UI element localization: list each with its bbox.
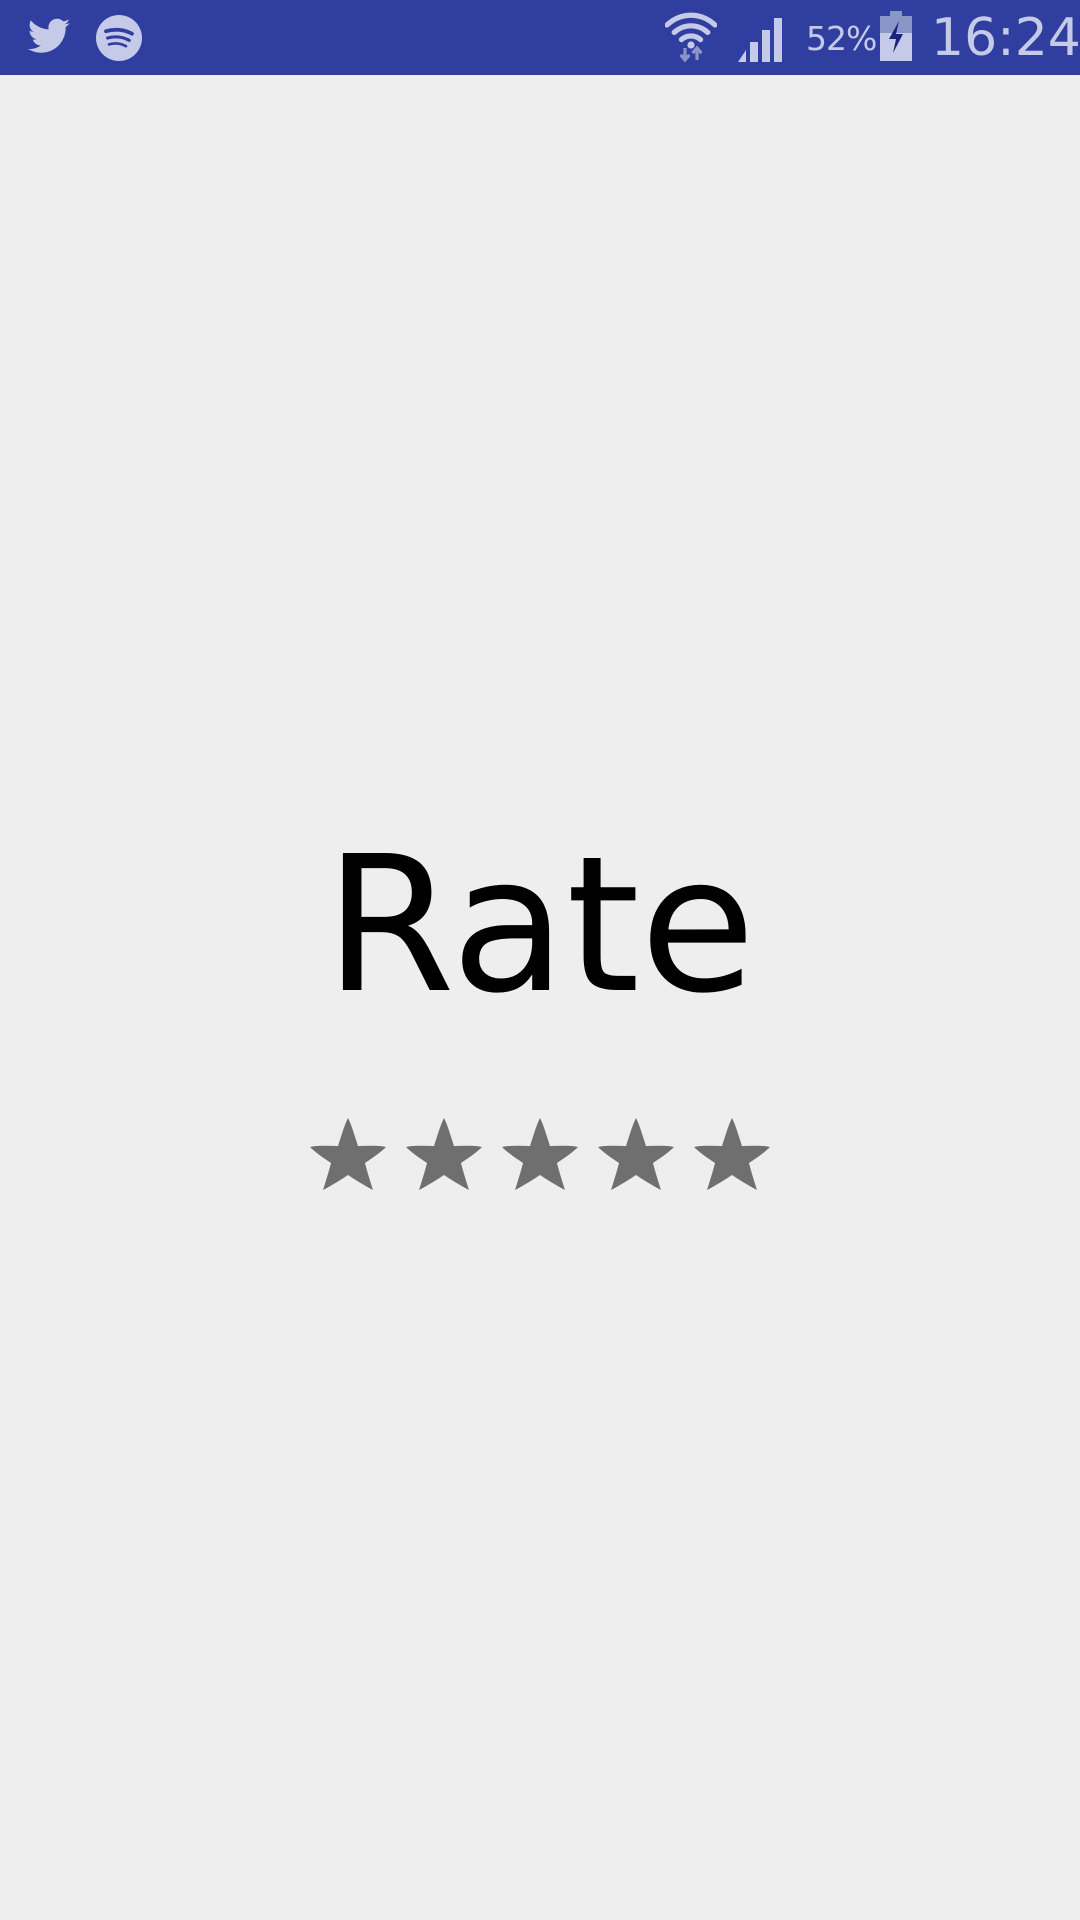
clock: 16:24 [931, 8, 1080, 68]
star-icon[interactable] [307, 1116, 389, 1192]
star-icon[interactable] [499, 1116, 581, 1192]
star-icon[interactable] [595, 1116, 677, 1192]
wifi-icon [665, 12, 717, 63]
page-title: Rate [324, 816, 756, 1035]
status-bar: 52% 16:24 [0, 0, 1080, 75]
rating-bar[interactable] [0, 1116, 1080, 1192]
spotify-icon [96, 15, 142, 61]
screen: 52% 16:24 Rate [0, 0, 1080, 1920]
battery-charging-icon [880, 11, 912, 61]
cell-signal-icon [738, 18, 782, 62]
twitter-icon [27, 18, 71, 53]
star-icon[interactable] [403, 1116, 485, 1192]
star-icon[interactable] [691, 1116, 773, 1192]
battery-percent: 52% [806, 19, 877, 58]
